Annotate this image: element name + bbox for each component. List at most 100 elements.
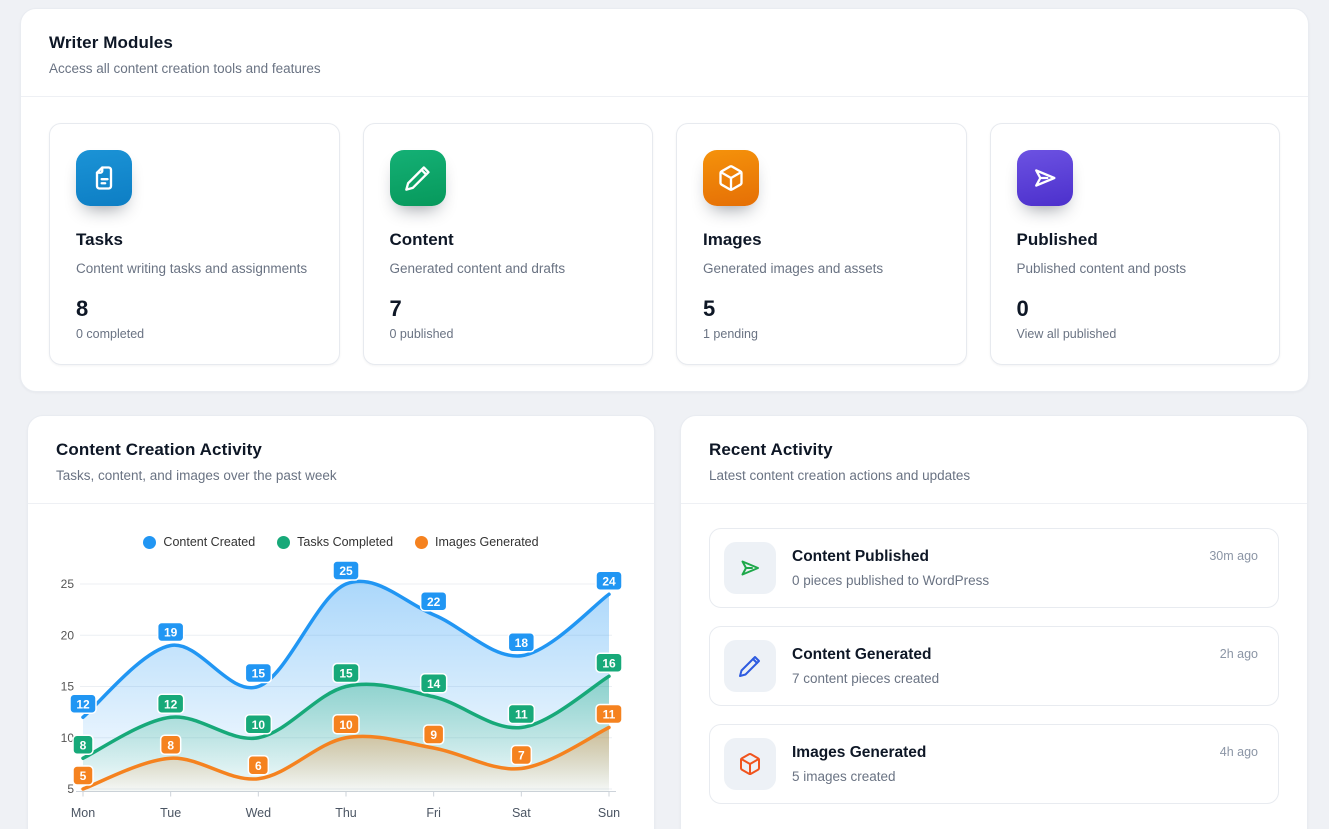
svg-text:Tue: Tue: [160, 806, 181, 820]
module-substat: View all published: [1017, 327, 1254, 341]
writer-modules-header: Writer Modules Access all content creati…: [21, 9, 1308, 97]
recent-activity-title: Recent Activity: [709, 440, 1279, 460]
legend-dot-orange: [415, 536, 428, 549]
module-stat: 5: [703, 296, 940, 322]
module-card-tasks[interactable]: Tasks Content writing tasks and assignme…: [49, 123, 340, 365]
legend-item-content-created[interactable]: Content Created: [143, 535, 255, 549]
file-icon: [90, 164, 118, 192]
svg-text:8: 8: [167, 738, 174, 752]
module-card-published[interactable]: Published Published content and posts 0 …: [990, 123, 1281, 365]
module-title: Images: [703, 230, 940, 250]
activity-title: Images Generated: [792, 744, 926, 762]
svg-text:Sun: Sun: [598, 806, 620, 820]
svg-text:Sat: Sat: [512, 806, 531, 820]
svg-text:12: 12: [164, 697, 178, 711]
activity-description: 7 content pieces created: [792, 671, 939, 686]
activity-item-images-generated[interactable]: Images Generated 5 images created 4h ago: [709, 724, 1279, 804]
recent-activity-panel: Recent Activity Latest content creation …: [680, 415, 1308, 829]
activity-timestamp: 30m ago: [1209, 549, 1258, 563]
cube-icon: [738, 752, 762, 776]
module-stat: 7: [390, 296, 627, 322]
svg-text:18: 18: [515, 636, 529, 650]
module-description: Generated content and drafts: [390, 260, 627, 278]
activity-icon-box: [724, 738, 776, 790]
svg-text:15: 15: [61, 680, 75, 694]
legend-item-tasks-completed[interactable]: Tasks Completed: [277, 535, 393, 549]
tasks-tile: [76, 150, 132, 206]
svg-text:12: 12: [76, 697, 90, 711]
activity-texts: Content Generated 7 content pieces creat…: [792, 646, 939, 686]
svg-text:11: 11: [515, 708, 528, 722]
module-substat: 0 completed: [76, 327, 313, 341]
activity-texts: Content Published 0 pieces published to …: [792, 548, 989, 588]
svg-text:25: 25: [339, 564, 353, 578]
svg-text:5: 5: [67, 782, 74, 796]
svg-text:15: 15: [339, 667, 353, 681]
activity-item-content-published[interactable]: Content Published 0 pieces published to …: [709, 528, 1279, 608]
svg-text:24: 24: [602, 574, 616, 588]
activity-timestamp: 4h ago: [1220, 745, 1258, 759]
writer-modules-title: Writer Modules: [49, 33, 1280, 53]
activity-chart-header: Content Creation Activity Tasks, content…: [28, 416, 654, 504]
activity-description: 0 pieces published to WordPress: [792, 573, 989, 588]
module-card-content[interactable]: Content Generated content and drafts 7 0…: [363, 123, 654, 365]
module-cards-row: Tasks Content writing tasks and assignme…: [49, 123, 1280, 365]
activity-chart-subtitle: Tasks, content, and images over the past…: [56, 468, 626, 483]
svg-text:Thu: Thu: [335, 806, 357, 820]
activity-title: Content Published: [792, 548, 989, 566]
module-stat: 8: [76, 296, 313, 322]
recent-activity-subtitle: Latest content creation actions and upda…: [709, 468, 1279, 483]
module-stat: 0: [1017, 296, 1254, 322]
svg-text:8: 8: [80, 738, 87, 752]
send-icon: [738, 556, 762, 580]
svg-text:11: 11: [603, 708, 616, 722]
svg-text:25: 25: [61, 577, 75, 591]
svg-text:Mon: Mon: [71, 806, 95, 820]
pencil-icon: [404, 164, 432, 192]
chart-legend: Content Created Tasks Completed Images G…: [28, 534, 654, 550]
activity-texts: Images Generated 5 images created: [792, 744, 926, 784]
legend-dot-blue: [143, 536, 156, 549]
activity-icon-box: [724, 542, 776, 594]
svg-text:7: 7: [518, 749, 525, 763]
module-substat: 0 published: [390, 327, 627, 341]
writer-modules-panel: Writer Modules Access all content creati…: [20, 8, 1309, 392]
content-tile: [390, 150, 446, 206]
module-title: Tasks: [76, 230, 313, 250]
svg-text:5: 5: [80, 769, 87, 783]
legend-dot-green: [277, 536, 290, 549]
legend-item-images-generated[interactable]: Images Generated: [415, 535, 539, 549]
svg-text:6: 6: [255, 759, 262, 773]
content-creation-activity-panel: Content Creation Activity Tasks, content…: [27, 415, 655, 829]
svg-text:20: 20: [61, 628, 75, 642]
writer-modules-subtitle: Access all content creation tools and fe…: [49, 61, 1280, 76]
svg-text:Wed: Wed: [246, 806, 272, 820]
svg-text:16: 16: [602, 656, 616, 670]
activity-item-content-generated[interactable]: Content Generated 7 content pieces creat…: [709, 626, 1279, 706]
activity-timestamp: 2h ago: [1220, 647, 1258, 661]
module-description: Published content and posts: [1017, 260, 1254, 278]
module-card-images[interactable]: Images Generated images and assets 5 1 p…: [676, 123, 967, 365]
recent-activity-list: Content Published 0 pieces published to …: [709, 528, 1279, 804]
pencil-icon: [738, 654, 762, 678]
module-description: Generated images and assets: [703, 260, 940, 278]
svg-text:15: 15: [252, 667, 266, 681]
svg-text:22: 22: [427, 595, 441, 609]
send-icon: [1031, 164, 1059, 192]
activity-area-chart[interactable]: 510152025MonTueWedThuFriSatSun1219152522…: [28, 561, 656, 829]
module-title: Content: [390, 230, 627, 250]
activity-title: Content Generated: [792, 646, 939, 664]
legend-label: Images Generated: [435, 535, 539, 549]
module-title: Published: [1017, 230, 1254, 250]
svg-text:10: 10: [252, 718, 266, 732]
cube-icon: [717, 164, 745, 192]
legend-label: Tasks Completed: [297, 535, 393, 549]
module-description: Content writing tasks and assignments: [76, 260, 313, 278]
recent-activity-header: Recent Activity Latest content creation …: [681, 416, 1307, 504]
images-tile: [703, 150, 759, 206]
svg-text:19: 19: [164, 626, 178, 640]
activity-chart-title: Content Creation Activity: [56, 440, 626, 460]
activity-icon-box: [724, 640, 776, 692]
svg-text:9: 9: [430, 728, 437, 742]
svg-text:14: 14: [427, 677, 441, 691]
